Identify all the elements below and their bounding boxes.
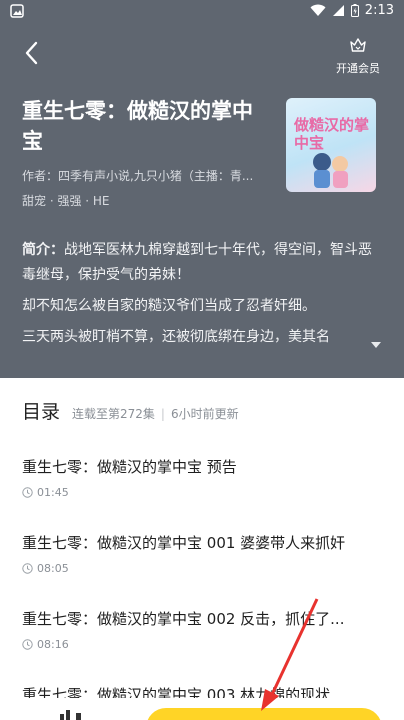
vip-label: 开通会员 (336, 62, 380, 75)
book-title: 重生七零：做糙汉的掌中宝 (22, 99, 253, 153)
clock-icon (22, 487, 33, 498)
wifi-icon (310, 4, 326, 16)
episode-duration: 08:05 (22, 562, 392, 575)
intro-label: 简介： (22, 242, 64, 258)
clock-icon (22, 639, 33, 650)
episode-item[interactable]: 重生七零：做糙汉的掌中宝 002 反击，抓住了... 08:16 (22, 608, 392, 651)
vip-button[interactable]: 开通会员 (334, 36, 382, 76)
episode-item[interactable]: 重生七零：做糙汉的掌中宝 001 婆婆带人来抓奸 08:05 (22, 532, 392, 575)
clock: 2:13 (364, 3, 394, 18)
episode-title: 重生七零：做糙汉的掌中宝 001 婆婆带人来抓奸 (22, 534, 346, 552)
intro-paragraph: 简介：战地军医林九棉穿越到七十年代，得空间，智斗恶毒继母，保护受气的弟妹！ (22, 238, 384, 288)
intro-text-3: 三天两头被盯梢不算，还被彻底绑在身边，美其名 (22, 329, 330, 345)
book-header: 2:13 开通会员 重生七零：做糙汉的掌中宝 作者：四季有声小说,九只小猪（主播… (0, 0, 404, 378)
clock-icon (22, 563, 33, 574)
book-tags: 甜宠 · 强强 · HE (22, 194, 110, 208)
back-button[interactable] (16, 38, 46, 68)
book-intro: 简介：战地军医林九棉穿越到七十年代，得空间，智斗恶毒继母，保护受气的弟妹！ 却不… (22, 238, 384, 356)
sort-icon[interactable] (58, 708, 84, 720)
episode-title: 重生七零：做糙汉的掌中宝 预告 (22, 458, 237, 476)
episode-duration: 01:45 (22, 486, 392, 499)
toc-updated: 6小时前更新 (170, 407, 239, 421)
gallery-notification-icon (10, 4, 24, 18)
duration-text: 01:45 (37, 486, 69, 499)
signal-icon (332, 5, 344, 16)
toc-title: 目录 (22, 401, 61, 423)
toc-header: 目录 连载至第272集 | 6小时前更新 (22, 397, 239, 424)
expand-intro-icon[interactable] (370, 340, 382, 350)
cover-illustration (313, 153, 348, 188)
toc-divider: | (160, 407, 165, 421)
duration-text: 08:05 (37, 562, 69, 575)
crown-icon (350, 38, 366, 52)
book-cover: 做糙汉的掌中宝 (286, 98, 376, 192)
episode-duration: 08:16 (22, 638, 392, 651)
book-author[interactable]: 作者：四季有声小说,九只小猪（主播：青... (22, 167, 282, 184)
annotation-arrow (261, 598, 319, 711)
chevron-left-icon (25, 41, 38, 65)
intro-text-1: 战地军医林九棉穿越到七十年代，得空间，智斗恶毒继母，保护受气的弟妹！ (22, 242, 372, 283)
intro-text-2: 却不知怎么被自家的糙汉爷们当成了忍者奸细。 (22, 298, 316, 314)
status-bar: 2:13 (0, 0, 404, 24)
episode-item[interactable]: 重生七零：做糙汉的掌中宝 预告 01:45 (22, 456, 392, 499)
toc-status: 连载至第272集 (72, 407, 155, 421)
episode-title: 重生七零：做糙汉的掌中宝 002 反击，抓住了... (22, 610, 345, 628)
duration-text: 08:16 (37, 638, 69, 651)
battery-icon (350, 4, 359, 17)
cover-title-art: 做糙汉的掌中宝 (294, 116, 370, 152)
